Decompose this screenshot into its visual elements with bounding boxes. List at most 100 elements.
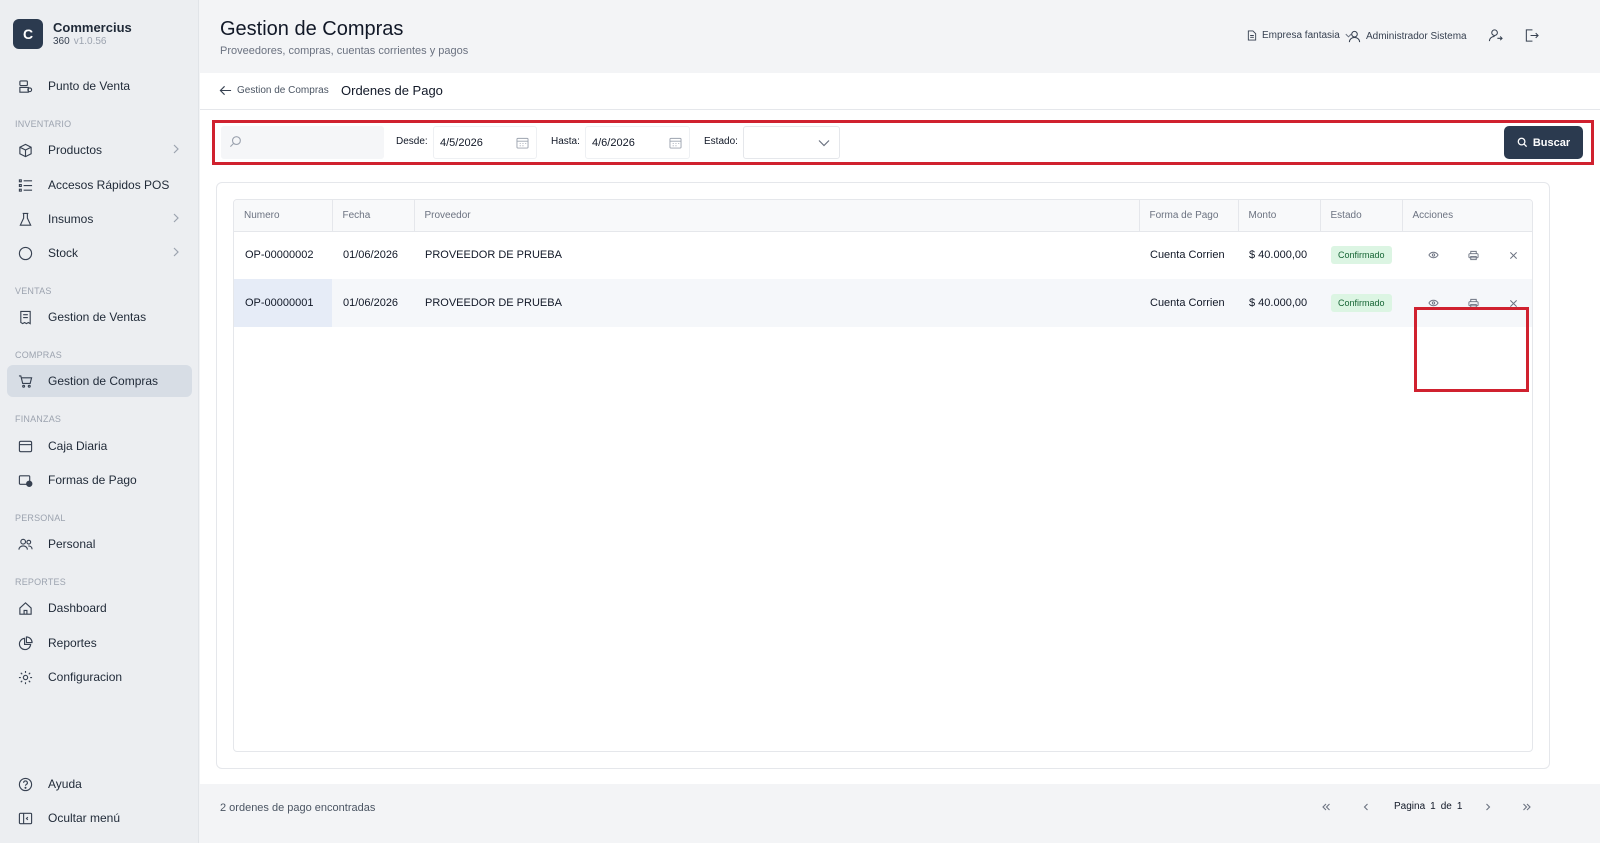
cell-monto: $ 40.000,00 [1238, 279, 1320, 327]
sidebar-item-stock[interactable]: Stock [7, 237, 192, 269]
sidebar-item-productos[interactable]: Productos [7, 134, 192, 166]
cell-estado: Confirmado [1320, 231, 1402, 279]
print-button[interactable] [1453, 293, 1493, 313]
logout-button[interactable] [1524, 28, 1544, 43]
desde-date-input[interactable]: 4/5/2026 [433, 126, 537, 159]
print-button[interactable] [1453, 245, 1493, 265]
column-header-numero[interactable]: Numero [234, 200, 333, 232]
cancel-button[interactable] [1494, 293, 1532, 313]
cancel-button[interactable] [1494, 245, 1532, 265]
chart-pie-icon [17, 635, 33, 651]
brand-product: 360 [53, 36, 70, 47]
document-icon [1247, 30, 1257, 41]
breadcrumb-current: Ordenes de Pago [341, 83, 443, 98]
page-total: 1 [1456, 801, 1463, 812]
column-header-estado[interactable]: Estado [1320, 200, 1403, 232]
search-input[interactable] [249, 133, 379, 153]
first-page-button[interactable] [1318, 799, 1334, 815]
search-icon [229, 136, 241, 148]
calendar-icon[interactable] [516, 137, 529, 149]
user-name: Administrador Sistema [1366, 31, 1467, 42]
view-button[interactable] [1413, 293, 1453, 313]
brand-name: Commercius [53, 20, 132, 35]
back-link[interactable]: Gestion de Compras [219, 84, 329, 97]
table-row[interactable]: OP-00000001 01/06/2026 PROVEEDOR DE PRUE… [234, 279, 1532, 327]
last-page-button[interactable] [1519, 799, 1535, 815]
sidebar-item-label: Configuracion [48, 670, 123, 684]
company-selector[interactable]: Empresa fantasia [1247, 30, 1353, 41]
estado-select[interactable] [743, 126, 840, 159]
sidebar-item-personal[interactable]: Personal [7, 528, 192, 560]
chevron-right-icon [1486, 803, 1491, 811]
sidebar-item-insumos[interactable]: Insumos [7, 203, 192, 235]
chevron-right-icon [173, 144, 179, 154]
user-switch-icon [1488, 29, 1503, 42]
cell-forma-pago: Cuenta Corrien [1150, 249, 1225, 262]
wallet-icon [17, 472, 33, 488]
column-header-acciones: Acciones [1402, 200, 1532, 232]
sidebar-item-gestion-ventas[interactable]: Gestion de Ventas [7, 301, 192, 333]
sidebar-item-gestion-compras[interactable]: Gestion de Compras [7, 365, 192, 397]
filter-bar: Desde: 4/5/2026 Hasta: 4/6/2026 Estado: … [212, 120, 1594, 165]
status-badge: Confirmado [1331, 294, 1392, 312]
section-compras: COMPRAS [15, 350, 62, 360]
sidebar-item-configuracion[interactable]: Configuracion [7, 661, 192, 693]
close-icon [1510, 299, 1518, 307]
sidebar-item-label: Gestion de Compras [48, 374, 159, 388]
sidebar-item-punto-de-venta[interactable]: Punto de Venta [7, 70, 192, 102]
desde-label: Desde: [396, 136, 428, 147]
section-reportes: REPORTES [15, 577, 66, 587]
search-box[interactable] [221, 126, 384, 159]
pagination-status: Pagina 1 de 1 [1394, 801, 1462, 812]
logout-icon [1525, 29, 1539, 42]
sidebar-item-label: Punto de Venta [48, 79, 131, 93]
sidebar-item-reportes[interactable]: Reportes [7, 627, 192, 659]
sidebar-item-label: Ayuda [48, 777, 82, 791]
switch-user-button[interactable] [1488, 28, 1508, 43]
sidebar-item-dashboard[interactable]: Dashboard [7, 592, 192, 624]
sidebar-item-ocultar-menu[interactable]: Ocultar menú [7, 802, 192, 834]
desde-date-value: 4/5/2026 [440, 137, 483, 149]
sidebar-item-label: Productos [48, 143, 103, 157]
sidebar-item-formas-de-pago[interactable]: Formas de Pago [7, 464, 192, 496]
section-finanzas: FINANZAS [15, 414, 62, 424]
top-header: Gestion de Compras Proveedores, compras,… [200, 0, 1600, 73]
column-header-forma-pago[interactable]: Forma de Pago [1139, 200, 1239, 232]
cell-forma-pago: Cuenta Corrien [1139, 279, 1238, 327]
eye-icon [1428, 252, 1439, 259]
cell-estado: Confirmado [1320, 279, 1402, 327]
sidebar-item-label: Formas de Pago [48, 473, 137, 487]
receipt-icon [17, 309, 33, 325]
table-header-row: Numero Fecha Proveedor Forma de Pago Mon… [234, 200, 1532, 232]
sidebar-item-ayuda[interactable]: Ayuda [7, 768, 192, 800]
user-menu[interactable]: Administrador Sistema [1348, 30, 1467, 43]
calendar-icon[interactable] [669, 137, 682, 149]
close-icon [1510, 251, 1518, 259]
brand[interactable]: C Commercius 360 v1.0.56 [13, 19, 132, 49]
hasta-date-input[interactable]: 4/6/2026 [585, 126, 690, 159]
prev-page-button[interactable] [1358, 799, 1374, 815]
next-page-button[interactable] [1480, 799, 1496, 815]
home-icon [17, 600, 33, 616]
table-row[interactable]: OP-00000002 01/06/2026 PROVEEDOR DE PRUE… [234, 231, 1532, 279]
back-link-label: Gestion de Compras [237, 85, 329, 96]
buscar-button[interactable]: Buscar [1504, 126, 1583, 159]
section-ventas: VENTAS [15, 286, 52, 296]
chevrons-right-icon [1523, 803, 1531, 811]
cell-proveedor: PROVEEDOR DE PRUEBA [414, 279, 1139, 327]
search-icon [1517, 137, 1527, 148]
page-label: Pagina [1394, 801, 1426, 812]
gear-icon [17, 669, 33, 685]
column-header-proveedor[interactable]: Proveedor [414, 200, 1140, 232]
view-button[interactable] [1413, 245, 1453, 265]
sidebar-item-caja-diaria[interactable]: Caja Diaria [7, 430, 192, 462]
sidebar-item-accesos-rapidos[interactable]: Accesos Rápidos POS [7, 169, 192, 201]
column-header-monto[interactable]: Monto [1238, 200, 1321, 232]
status-badge: Confirmado [1331, 246, 1392, 265]
printer-icon [1468, 298, 1479, 308]
cash-register-icon [17, 438, 33, 454]
cell-fecha: 01/06/2026 [343, 249, 399, 262]
cell-numero: OP-00000002 [245, 249, 314, 262]
column-header-fecha[interactable]: Fecha [332, 200, 415, 232]
chevron-right-icon [173, 213, 179, 223]
